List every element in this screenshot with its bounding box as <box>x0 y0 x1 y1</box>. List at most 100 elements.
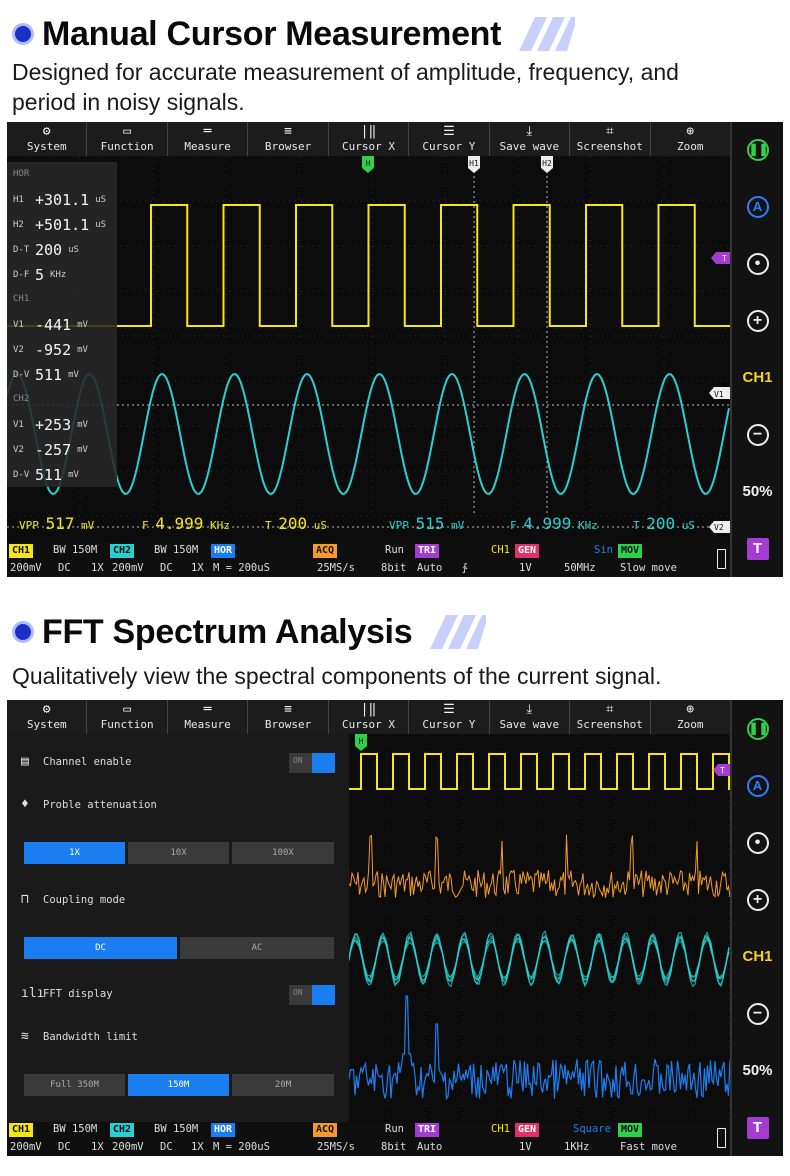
row-value: +501.1 <box>35 215 90 234</box>
battery-icon <box>717 549 726 569</box>
toolbar-screenshot-button[interactable]: ⌗ Screenshot <box>570 700 651 734</box>
trigger-button[interactable]: T <box>731 520 784 577</box>
toolbar-cursor-x-button[interactable]: |‖ Cursor X <box>329 700 410 734</box>
auto-button[interactable]: A <box>731 757 784 814</box>
row-unit: mV <box>77 419 88 430</box>
single-icon: • <box>746 831 769 854</box>
attenuation-10x-option[interactable]: 10X <box>128 842 229 864</box>
channel-icon: ▤ <box>21 754 29 769</box>
channel-select-button[interactable]: CH1 <box>731 350 784 407</box>
cursor-h2-marker-label: H2 <box>542 159 552 168</box>
toolbar-system-button[interactable]: ⚙ System <box>7 122 88 156</box>
cursor-y-icon: ☰ <box>443 702 455 717</box>
mov-tag[interactable]: MOV <box>618 1123 643 1137</box>
hor-timebase: M = 200uS <box>213 562 270 574</box>
toolbar-measure-button[interactable]: ═ Measure <box>168 122 249 156</box>
toolbar-browser-button[interactable]: ≡ Browser <box>248 700 329 734</box>
toolbar-cursor-y-button[interactable]: ☰ Cursor Y <box>409 122 490 156</box>
attenuation-100x-option[interactable]: 100X <box>232 842 334 864</box>
row-key: D-V <box>13 469 30 480</box>
toolbar-save-wave-button[interactable]: ⤓ Save wave <box>490 700 571 734</box>
meas-value: 4.999 <box>155 514 204 533</box>
ch1-tag[interactable]: CH1 <box>9 544 34 558</box>
coupling-icon: ⊓ <box>21 892 29 907</box>
gen-tag[interactable]: GEN <box>515 544 540 558</box>
row-unit: KHz <box>50 269 67 280</box>
section2-title-row: FFT Spectrum Analysis <box>12 612 487 652</box>
attenuation-1x-option[interactable]: 1X <box>24 842 125 864</box>
bandwidth-limit-row: ≋ Bandwidth limit <box>21 1029 138 1044</box>
mov-tag[interactable]: MOV <box>618 544 643 558</box>
bandwidth-limit-label: Bandwidth limit <box>43 1030 138 1043</box>
top-toolbar-2: ⚙ System ▭ Function ═ Measure ≡ Browser |‖ Cu… <box>7 700 730 734</box>
cursor-y-icon: ☰ <box>443 124 455 139</box>
toolbar-label: Browser <box>264 718 312 731</box>
plus-button[interactable]: + <box>731 293 784 350</box>
toolbar-system-button[interactable]: ⚙ System <box>7 700 88 734</box>
ch1-volts: 200mV <box>10 562 42 574</box>
fifty-percent-button[interactable]: 50% <box>731 463 784 520</box>
toolbar-zoom-button[interactable]: ⊕ Zoom <box>651 122 730 156</box>
channel-select-button[interactable]: CH1 <box>731 928 784 985</box>
toolbar-function-button[interactable]: ▭ Function <box>87 122 168 156</box>
toolbar-label: Measure <box>184 140 231 153</box>
toolbar-function-button[interactable]: ▭ Function <box>87 700 168 734</box>
cursor-h1-marker-label: H1 <box>469 159 479 168</box>
ch2-heading: CH2 <box>7 387 117 412</box>
ch2-tag[interactable]: CH2 <box>110 544 135 558</box>
fft-display-toggle[interactable]: ON <box>289 985 335 1005</box>
cursor-row-df: D-F 5 KHz <box>7 262 117 287</box>
waveform-display-2[interactable]: HT <box>349 734 730 1122</box>
acq-tag[interactable]: ACQ <box>313 1123 338 1137</box>
bandwidth-full-option[interactable]: Full 350M <box>24 1074 125 1096</box>
trigger-button[interactable]: T <box>731 1099 784 1156</box>
single-button[interactable]: • <box>731 814 784 871</box>
minus-button[interactable]: − <box>731 985 784 1042</box>
auto-button[interactable]: A <box>731 179 784 236</box>
gen-tag[interactable]: GEN <box>515 1123 540 1137</box>
fifty-percent-button[interactable]: 50% <box>731 1042 784 1099</box>
acq-tag[interactable]: ACQ <box>313 544 338 558</box>
toolbar-screenshot-button[interactable]: ⌗ Screenshot <box>570 122 651 156</box>
ruler-icon: ═ <box>203 124 212 139</box>
plus-button[interactable]: + <box>731 871 784 928</box>
coupling-dc-option[interactable]: DC <box>24 937 177 959</box>
hor-timebase: M = 200uS <box>213 1141 270 1153</box>
row-value: +253 <box>35 415 72 434</box>
ch2-probe: 1X <box>191 1141 204 1153</box>
row-key: D-V <box>13 369 30 380</box>
bandwidth-150m-option[interactable]: 150M <box>128 1074 229 1096</box>
single-button[interactable]: • <box>731 236 784 293</box>
coupling-ac-option[interactable]: AC <box>180 937 334 959</box>
toolbar-cursor-x-button[interactable]: |‖ Cursor X <box>329 122 410 156</box>
plus-icon: + <box>746 310 769 333</box>
toolbar-browser-button[interactable]: ≡ Browser <box>248 122 329 156</box>
meas-unit: KHz <box>578 519 598 532</box>
toolbar-save-wave-button[interactable]: ⤓ Save wave <box>490 122 571 156</box>
toolbar-zoom-button[interactable]: ⊕ Zoom <box>651 700 730 734</box>
toolbar-label: Cursor X <box>341 718 395 731</box>
fft-display-row: ılı FFT display <box>21 986 113 1001</box>
tri-tag[interactable]: TRI <box>415 544 440 558</box>
channel-enable-toggle[interactable]: ON <box>289 753 335 773</box>
toolbar-measure-button[interactable]: ═ Measure <box>168 700 249 734</box>
bandwidth-20m-option[interactable]: 20M <box>232 1074 334 1096</box>
minus-button[interactable]: − <box>731 406 784 463</box>
fft-display-label: FFT display <box>43 987 113 1000</box>
hor-tag[interactable]: HOR <box>211 544 236 558</box>
run-stop-button[interactable]: ❚❚ <box>731 700 784 757</box>
row-unit: uS <box>68 244 79 255</box>
minus-icon: − <box>746 423 769 446</box>
run-stop-button[interactable]: ❚❚ <box>731 122 784 179</box>
cursor-x-icon: |‖ <box>360 702 377 717</box>
toolbar-cursor-y-button[interactable]: ☰ Cursor Y <box>409 700 490 734</box>
status-bar-1: CH1 BW 150M 200mV DC 1X CH2 BW 150M 200m… <box>7 543 730 577</box>
hor-tag[interactable]: HOR <box>211 1123 236 1137</box>
tri-tag[interactable]: TRI <box>415 1123 440 1137</box>
section1-title: Manual Cursor Measurement <box>42 14 502 53</box>
meas-value: 200 <box>646 514 676 533</box>
ch1-tag[interactable]: CH1 <box>9 1123 34 1137</box>
acq-rate: 25MS/s <box>317 1141 355 1153</box>
ch2-tag[interactable]: CH2 <box>110 1123 135 1137</box>
row-value: -441 <box>35 315 72 334</box>
